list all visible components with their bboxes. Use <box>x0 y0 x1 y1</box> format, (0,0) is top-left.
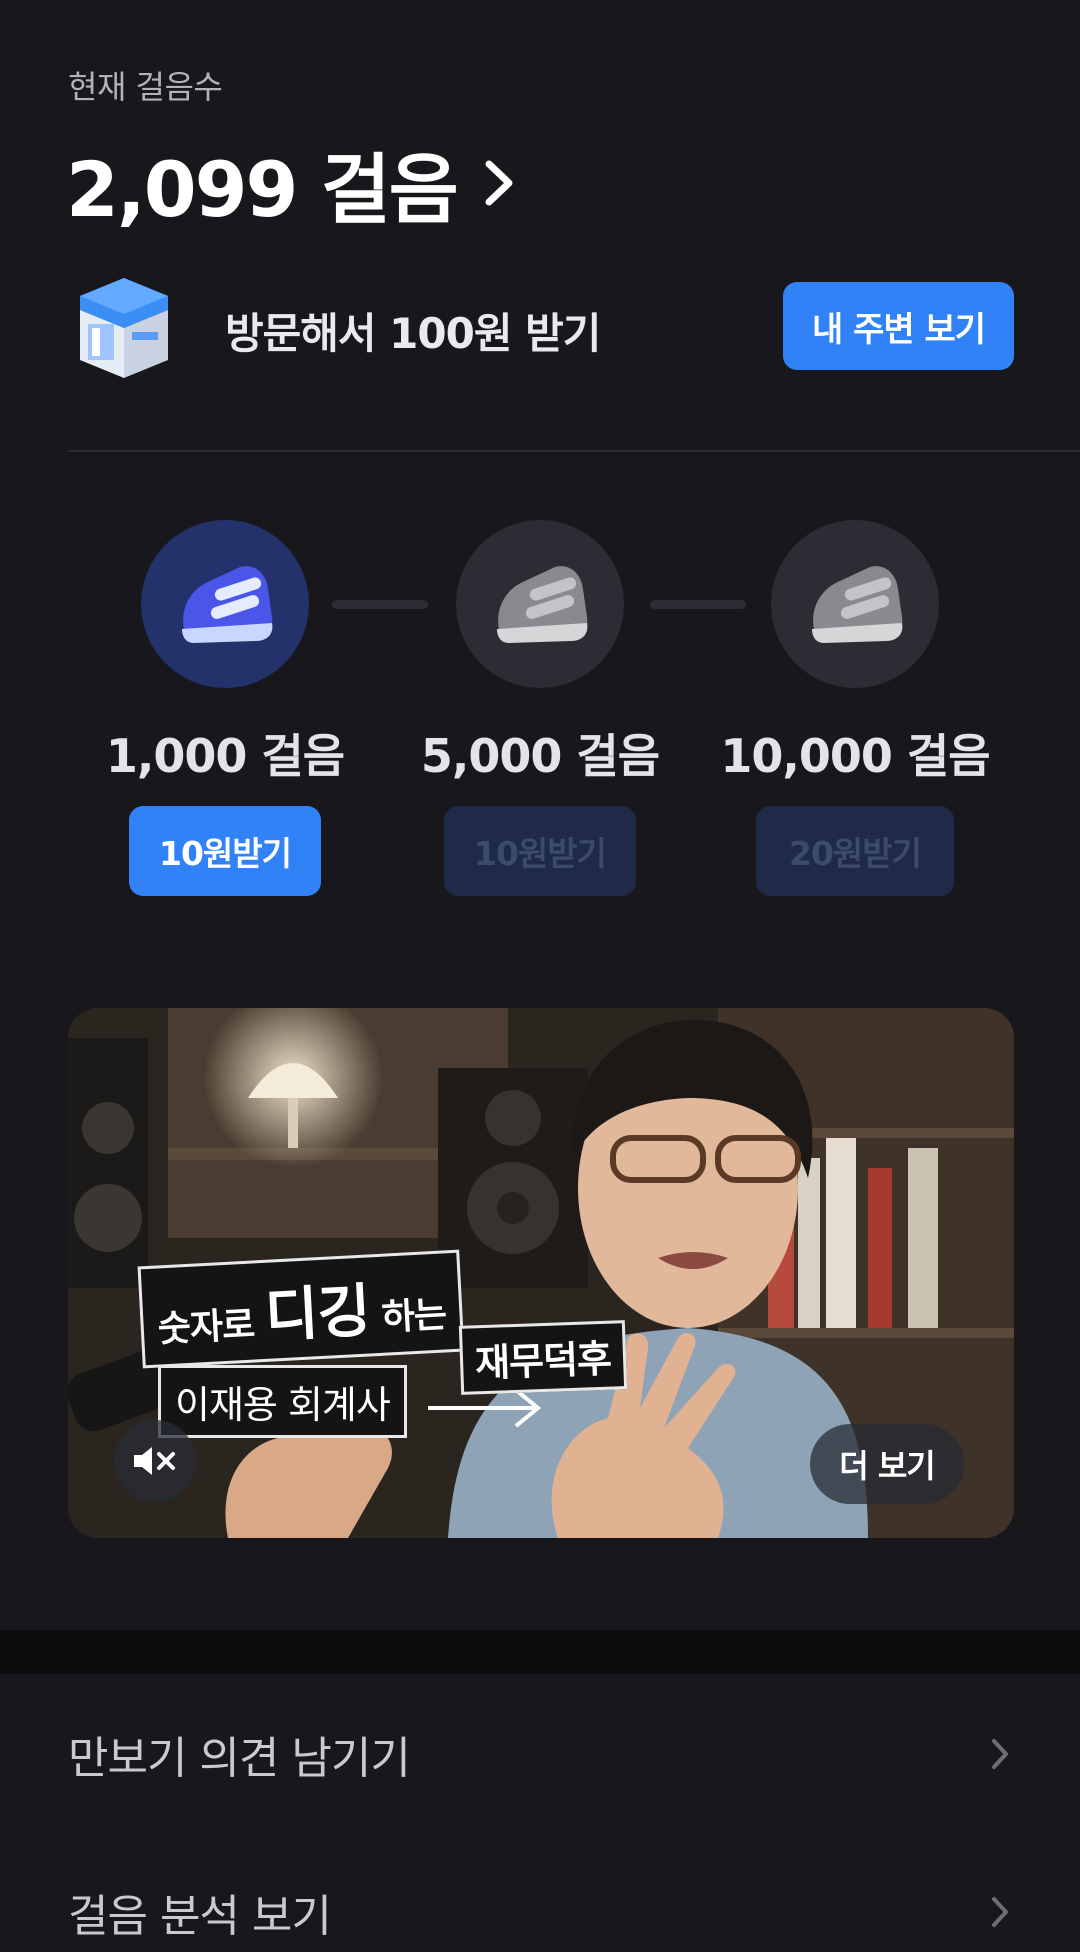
caption-part1: 숫자로 <box>156 1304 256 1351</box>
milestone-3-steps: 10,000 걸음 <box>720 729 990 783</box>
visit-reward-row: 방문해서 100원 받기 내 주변 보기 <box>68 270 1014 382</box>
caption-highlight: 디깅 <box>263 1276 372 1350</box>
sneaker-icon <box>812 566 903 643</box>
view-nearby-button[interactable]: 내 주변 보기 <box>783 282 1014 370</box>
video-caption-name: 이재용 회계사 <box>158 1365 407 1438</box>
divider <box>68 450 1080 452</box>
view-more-button[interactable]: 더 보기 <box>810 1424 964 1504</box>
sneaker-icon <box>497 566 588 643</box>
milestone-1-claim-button[interactable]: 10원받기 <box>129 806 321 896</box>
mute-button[interactable] <box>114 1420 196 1502</box>
menu-item-label: 걸음 분석 보기 <box>68 1891 332 1942</box>
milestone-2-claim-button[interactable]: 10원받기 <box>444 806 636 896</box>
milestone-connector <box>650 600 746 609</box>
video-ad[interactable]: 숫자로 디깅 하는 재무덕후 이재용 회계사 더 보기 <box>68 1008 1014 1538</box>
caption-part2: 하는 <box>380 1294 448 1339</box>
milestone-1-steps: 1,000 걸음 <box>105 729 345 783</box>
milestone-3-badge <box>771 520 939 688</box>
visit-reward-text: 방문해서 100원 받기 <box>225 309 601 358</box>
menu-item-feedback[interactable]: 만보기 의견 남기기 <box>0 1684 1080 1824</box>
section-separator <box>0 1630 1080 1674</box>
milestone-1-badge <box>141 520 309 688</box>
steps-summary-link[interactable]: 2,099 걸음 <box>66 128 517 238</box>
milestone-2-steps: 5,000 걸음 <box>420 729 660 783</box>
steps-count: 2,099 걸음 <box>66 145 459 234</box>
chevron-right-icon <box>485 160 513 206</box>
menu-item-step-analysis[interactable]: 걸음 분석 보기 <box>0 1842 1080 1952</box>
video-caption-subtitle: 재무덕후 <box>458 1320 627 1395</box>
pedometer-screen: 현재 걸음수 2,099 걸음 방문해서 100원 받기 내 주변 보기 1,0… <box>0 0 1080 1952</box>
mute-icon <box>134 1447 175 1475</box>
video-caption-title: 숫자로 디깅 하는 <box>137 1249 465 1369</box>
chevron-right-icon <box>992 1739 1008 1769</box>
milestone-connector <box>332 600 428 609</box>
milestone-3-claim-button[interactable]: 20원받기 <box>756 806 954 896</box>
current-steps-label: 현재 걸음수 <box>68 68 223 106</box>
sneaker-icon <box>182 566 273 643</box>
chevron-right-icon <box>992 1897 1008 1927</box>
store-icon <box>80 278 168 378</box>
milestone-2-badge <box>456 520 624 688</box>
menu-item-label: 만보기 의견 남기기 <box>68 1733 411 1784</box>
step-milestones: 1,000 걸음 5,000 걸음 10,000 걸음 10원받기 10원받기 … <box>0 520 1080 900</box>
